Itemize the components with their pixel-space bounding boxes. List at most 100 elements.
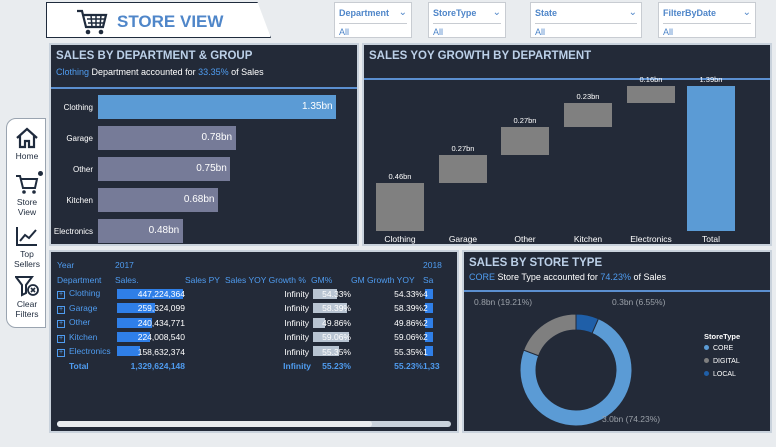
panel-title: SALES YOY GROWTH BY DEPARTMENT <box>369 50 592 62</box>
legend-item[interactable]: DIGITAL <box>704 358 740 365</box>
nav-clear-filters[interactable]: Clear Filters <box>7 275 47 319</box>
waterfall-data-label: 0.16bn <box>639 75 663 84</box>
col-header: Year <box>57 260 75 271</box>
home-icon <box>16 127 38 149</box>
next-value: 2 <box>423 303 428 314</box>
yoy-value: Infinity <box>284 288 309 299</box>
waterfall-category-label: Total <box>702 234 720 244</box>
waterfall-data-label: 0.23bn <box>576 91 600 101</box>
waterfall-category-label: Electronics <box>630 234 672 244</box>
expand-icon[interactable]: + <box>57 291 65 300</box>
next-value: 1 <box>423 346 428 357</box>
table-row[interactable]: + Electronics 158,632,374 Infinity 55.35% 55.… <box>57 344 447 358</box>
legend-item[interactable]: LOCAL <box>704 371 736 378</box>
bar-category-label: Electronics <box>53 227 93 236</box>
waterfall-bar[interactable] <box>439 154 487 183</box>
expand-icon[interactable]: + <box>57 320 65 329</box>
next-value: 2 <box>423 317 428 328</box>
legend-item[interactable]: CORE <box>704 345 733 352</box>
gmg-value: 54.33% <box>394 288 423 299</box>
divider <box>51 87 357 89</box>
expand-icon[interactable]: + <box>57 334 65 343</box>
nav-store-view[interactable]: Store View <box>7 173 47 217</box>
donut-label-local: 0.3bn (6.55%) <box>612 297 666 307</box>
yoy-value: Infinity <box>284 346 309 357</box>
sales-matrix-table: Year 2017 2018 Department Sales. Sales P… <box>57 258 447 373</box>
chevron-down-icon[interactable]: ⌄ <box>629 7 637 18</box>
col-header[interactable]: Sales PY <box>185 272 225 286</box>
legend-title: StoreType <box>704 332 741 341</box>
chevron-down-icon[interactable]: ⌄ <box>493 7 501 18</box>
waterfall-bar[interactable] <box>687 86 735 231</box>
waterfall-data-label: 0.46bn <box>388 172 412 181</box>
waterfall-bar[interactable] <box>627 86 675 103</box>
active-indicator <box>38 171 43 176</box>
table-row[interactable]: + Kitchen 224,008,540 Infinity 59.06% 59.06% 2 <box>57 330 447 344</box>
panel-title: SALES BY STORE TYPE <box>469 257 603 269</box>
donut-slice-digital[interactable] <box>523 313 577 357</box>
chevron-down-icon[interactable]: ⌄ <box>743 7 751 18</box>
sales-matrix-panel: Year 2017 2018 Department Sales. Sales P… <box>49 250 459 433</box>
row-dept: Electronics <box>69 346 111 357</box>
waterfall-bar[interactable] <box>564 102 612 127</box>
col-header: 2017 <box>115 260 134 271</box>
bar-category-label: Clothing <box>63 103 93 112</box>
filter-value[interactable]: All <box>433 27 443 37</box>
panel-subtitle: Clothing Department accounted for 33.35%… <box>56 67 264 77</box>
chevron-down-icon[interactable]: ⌄ <box>399 7 407 18</box>
table-row[interactable]: + Garage 259,324,099 Infinity 58.39% 58.39% 2 <box>57 301 447 315</box>
waterfall-bar[interactable] <box>376 183 424 231</box>
yoy-value: Infinity <box>284 332 309 343</box>
filter-label: Department <box>339 8 390 18</box>
filter-state[interactable]: State ⌄ All <box>530 2 642 38</box>
bar-data-label: 0.75bn <box>196 163 227 174</box>
table-row[interactable]: + Other 240,434,771 Infinity 49.86% 49.86% 2 <box>57 316 447 330</box>
waterfall-data-label: 1.39bn <box>699 75 723 84</box>
waterfall-data-label: 0.27bn <box>451 143 475 153</box>
bar-data-label: 0.48bn <box>148 225 180 236</box>
sales-value: 240,434,771 <box>137 317 185 328</box>
nav-home[interactable]: Home <box>7 127 47 161</box>
sales-value: 447,224,364 <box>137 288 185 299</box>
table-row[interactable]: + Clothing 447,224,364 Infinity 54.33% 54.33%… <box>57 287 447 301</box>
sales-value: 259,324,099 <box>137 303 185 314</box>
col-header[interactable]: GM Growth YOY <box>351 272 423 286</box>
nav-sidebar: Home Store View Top Sellers Clear Filter… <box>6 118 46 328</box>
col-header[interactable]: Sales. <box>115 272 185 286</box>
filter-date[interactable]: FilterByDate ⌄ All <box>658 2 756 38</box>
next-value: 4 <box>423 288 428 299</box>
cart-icon <box>16 175 39 194</box>
gmg-value: 59.06% <box>394 332 423 343</box>
row-dept: Other <box>69 317 91 328</box>
filter-storetype[interactable]: StoreType ⌄ All <box>428 2 506 38</box>
trend-icon <box>16 227 37 246</box>
col-header[interactable]: Department <box>57 272 115 286</box>
nav-top-sellers[interactable]: Top Sellers <box>7 225 47 269</box>
bar[interactable] <box>98 95 336 119</box>
expand-icon[interactable]: + <box>57 349 65 358</box>
page-title: STORE VIEW <box>117 12 224 31</box>
waterfall-category-label: Kitchen <box>573 234 603 244</box>
sales-by-storetype-panel: SALES BY STORE TYPE CORE Store Type acco… <box>462 250 772 433</box>
nav-label: Store View <box>16 197 38 217</box>
filter-department[interactable]: Department ⌄ All <box>334 2 412 38</box>
waterfall-category-label: Other <box>514 234 536 244</box>
horizontal-scrollbar[interactable] <box>57 421 451 427</box>
panel-title: SALES BY DEPARTMENT & GROUP <box>56 50 253 62</box>
bar-category-label: Other <box>72 165 93 174</box>
filter-value[interactable]: All <box>535 27 545 37</box>
expand-icon[interactable]: + <box>57 305 65 314</box>
nav-label: Home <box>15 151 39 161</box>
bar-category-label: Garage <box>66 134 93 143</box>
col-header[interactable]: GM% <box>311 272 351 286</box>
col-header[interactable]: Sales YOY Growth % <box>225 272 311 286</box>
waterfall-data-label: 0.27bn <box>513 115 537 125</box>
table-total-row: Total 1,329,624,148 Infinity 55.23% 55.23% 1,… <box>69 360 440 371</box>
bar-category-label: Kitchen <box>66 196 93 205</box>
waterfall-bar[interactable] <box>501 126 549 155</box>
gm-value: 55.35% <box>322 346 351 357</box>
filter-value[interactable]: All <box>339 27 349 37</box>
col-header[interactable]: Sa <box>423 272 447 286</box>
filter-value[interactable]: All <box>663 27 673 37</box>
gmg-value: 49.86% <box>394 317 423 328</box>
